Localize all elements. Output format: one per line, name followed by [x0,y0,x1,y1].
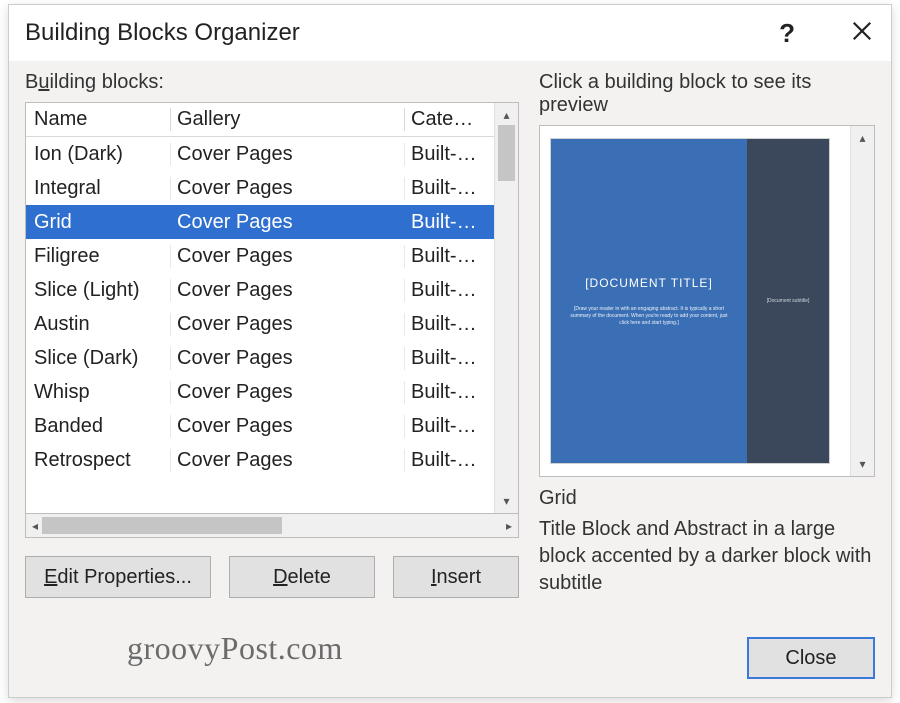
cell-gallery: Cover Pages [170,449,404,472]
close-icon[interactable] [851,18,873,49]
help-button[interactable]: ? [779,18,795,49]
insert-button[interactable]: Insert [393,556,519,598]
cell-gallery: Cover Pages [170,177,404,200]
preview-scroll-down-icon[interactable]: ▾ [859,458,865,470]
cell-name: Grid [30,211,170,234]
close-button-row: Close [539,637,875,685]
cell-name: Filigree [30,245,170,268]
cell-category: Built-… [404,313,490,336]
table-row[interactable]: Slice (Dark)Cover PagesBuilt-… [26,341,494,375]
cell-name: Whisp [30,381,170,404]
cell-gallery: Cover Pages [170,347,404,370]
hscroll-thumb[interactable] [42,517,282,534]
preview-subtitle-block: [Document subtitle] [747,139,829,463]
scroll-track[interactable] [495,125,518,491]
cell-category: Built-… [404,279,490,302]
cell-gallery: Cover Pages [170,313,404,336]
cell-category: Built-… [404,143,490,166]
cell-name: Ion (Dark) [30,143,170,166]
cell-name: Slice (Light) [30,279,170,302]
cell-gallery: Cover Pages [170,381,404,404]
table-row[interactable]: WhispCover PagesBuilt-… [26,375,494,409]
left-button-row: Edit Properties... Delete Insert [25,556,519,598]
list-vertical-scrollbar[interactable]: ▴ ▾ [494,103,518,513]
cell-gallery: Cover Pages [170,245,404,268]
table-row[interactable]: RetrospectCover PagesBuilt-… [26,443,494,477]
table-row[interactable]: IntegralCover PagesBuilt-… [26,171,494,205]
delete-button[interactable]: Delete [229,556,375,598]
cell-category: Built-… [404,211,490,234]
dialog-title: Building Blocks Organizer [25,19,300,47]
building-blocks-label: Building blocks: [25,65,519,102]
cell-gallery: Cover Pages [170,143,404,166]
table-row[interactable]: GridCover PagesBuilt-… [26,205,494,239]
preview-title-block: [DOCUMENT TITLE] [Draw your reader in wi… [551,139,747,463]
cell-gallery: Cover Pages [170,415,404,438]
building-blocks-list[interactable]: Name Gallery Cate… Ion (Dark)Cover Pages… [25,102,519,514]
preview-subtitle: [Document subtitle] [767,298,810,304]
close-button[interactable]: Close [747,637,875,679]
cell-category: Built-… [404,245,490,268]
cell-name: Retrospect [30,449,170,472]
cell-gallery: Cover Pages [170,279,404,302]
scroll-thumb[interactable] [498,125,515,181]
cell-name: Slice (Dark) [30,347,170,370]
preview-label: Click a building block to see its previe… [539,65,875,125]
cell-category: Built-… [404,415,490,438]
scroll-down-icon[interactable]: ▾ [503,495,509,507]
cell-name: Integral [30,177,170,200]
cell-category: Built-… [404,177,490,200]
preview-page: [DOCUMENT TITLE] [Draw your reader in wi… [550,138,830,464]
table-row[interactable]: AustinCover PagesBuilt-… [26,307,494,341]
scroll-left-icon[interactable]: ◂ [32,519,38,533]
column-header-gallery[interactable]: Gallery [170,108,404,131]
preview-scroll-up-icon[interactable]: ▴ [859,132,865,144]
right-panel: Click a building block to see its previe… [539,65,875,685]
cell-gallery: Cover Pages [170,211,404,234]
cell-category: Built-… [404,347,490,370]
column-header-category[interactable]: Cate… [404,108,490,131]
list-table: Name Gallery Cate… Ion (Dark)Cover Pages… [26,103,494,513]
preview-area: [DOCUMENT TITLE] [Draw your reader in wi… [540,126,850,476]
cell-category: Built-… [404,381,490,404]
preview-vertical-scrollbar[interactable]: ▴ ▾ [850,126,874,476]
preview-selected-description: Title Block and Abstract in a large bloc… [539,516,875,597]
window-controls: ? [779,18,873,49]
table-row[interactable]: Slice (Light)Cover PagesBuilt-… [26,273,494,307]
preview-abstract: [Draw your reader in with an engaging ab… [565,306,733,327]
cell-name: Austin [30,313,170,336]
preview-doc-title: [DOCUMENT TITLE] [585,276,713,290]
cell-name: Banded [30,415,170,438]
scroll-up-icon[interactable]: ▴ [503,109,509,121]
list-header-row[interactable]: Name Gallery Cate… [26,103,494,137]
table-row[interactable]: FiligreeCover PagesBuilt-… [26,239,494,273]
edit-properties-button[interactable]: Edit Properties... [25,556,211,598]
titlebar: Building Blocks Organizer ? [9,5,891,61]
dialog-body: Building blocks: Name Gallery Cate… Ion … [9,61,891,697]
dialog-building-blocks-organizer: Building Blocks Organizer ? Building blo… [8,4,892,698]
left-panel: Building blocks: Name Gallery Cate… Ion … [25,65,519,685]
watermark: groovyPost.com [127,630,343,667]
column-header-name[interactable]: Name [30,108,170,131]
table-row[interactable]: Ion (Dark)Cover PagesBuilt-… [26,137,494,171]
list-horizontal-scrollbar[interactable]: ◂ ▸ [25,514,519,538]
preview-selected-name: Grid [539,487,875,510]
scroll-right-icon[interactable]: ▸ [506,519,512,533]
preview-pane: [DOCUMENT TITLE] [Draw your reader in wi… [539,125,875,477]
cell-category: Built-… [404,449,490,472]
table-row[interactable]: BandedCover PagesBuilt-… [26,409,494,443]
hscroll-track[interactable] [42,514,502,537]
